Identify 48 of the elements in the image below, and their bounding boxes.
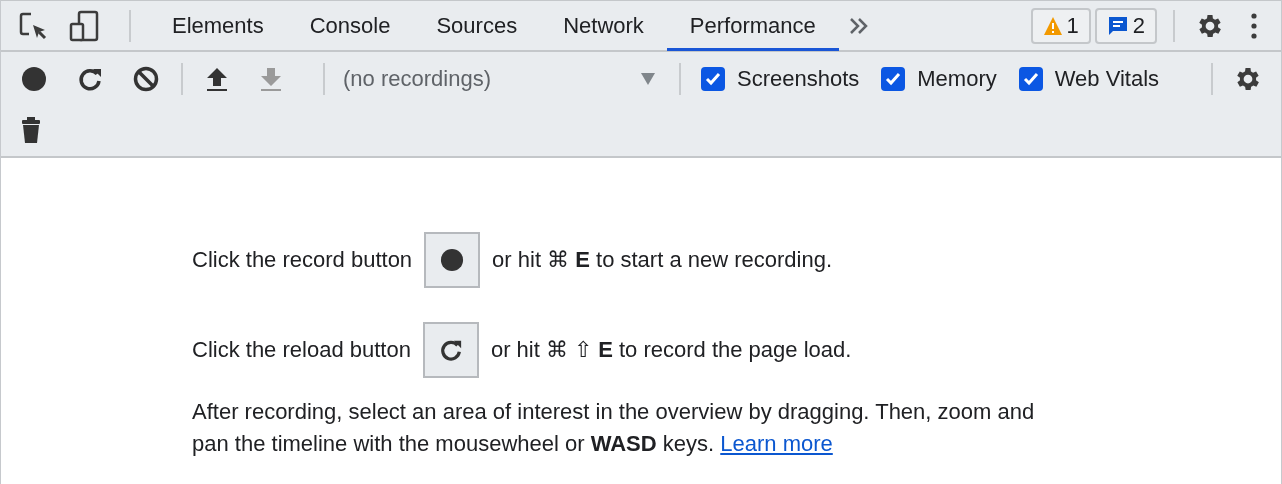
panel-tab[interactable]: Sources <box>413 0 541 51</box>
dropdown-caret-icon <box>641 73 655 85</box>
trash-can-icon <box>21 116 41 144</box>
checkmark-icon <box>1022 72 1039 86</box>
reload-button[interactable] <box>77 66 103 92</box>
more-options-button[interactable] <box>1251 12 1257 39</box>
panel-tab[interactable]: Network <box>540 0 667 51</box>
upload-icon <box>205 66 229 92</box>
checkbox-label: Screenshots <box>737 66 860 92</box>
record-icon <box>21 66 47 92</box>
download-icon <box>259 66 283 92</box>
upload-button[interactable] <box>205 66 229 92</box>
vertical-dots-icon <box>1251 12 1257 39</box>
message-icon <box>1106 14 1129 37</box>
cursor-in-box-icon <box>19 11 47 40</box>
devices-icon <box>69 9 99 42</box>
messages-badge[interactable]: 2 <box>1094 7 1157 44</box>
checkbox[interactable] <box>1018 67 1043 91</box>
instruction-text: or hit ⌘ E to start a new recording. <box>492 247 833 273</box>
instruction-text: or hit ⌘ ⇧ E to record the page load. <box>490 337 852 363</box>
double-chevron-icon <box>848 16 869 35</box>
more-tabs-button[interactable] <box>848 16 869 35</box>
instruction-text: Click the reload button <box>192 337 411 363</box>
reload-example-button[interactable] <box>422 322 479 378</box>
checkmark-icon <box>705 72 721 86</box>
checkbox[interactable] <box>701 67 725 91</box>
record-example-button[interactable] <box>424 232 481 288</box>
garbage-collect-button[interactable] <box>21 116 41 144</box>
checkbox-label: Web Vitals <box>1054 66 1160 92</box>
inspect-element-button[interactable] <box>19 11 47 40</box>
warning-icon <box>1042 15 1063 36</box>
recording-select[interactable]: (no recordings) <box>343 59 655 99</box>
panel-tab[interactable]: Elements <box>149 0 287 51</box>
panel-tab[interactable]: Console <box>286 0 414 51</box>
learn-more-link[interactable]: Learn more <box>720 431 833 456</box>
clear-icon <box>133 66 159 92</box>
record-icon <box>440 248 465 272</box>
instruction-text: Click the record button <box>192 247 413 273</box>
checkmark-icon <box>885 72 902 86</box>
checkbox[interactable] <box>881 67 906 91</box>
checkbox-label: Memory <box>917 66 997 92</box>
clear-button[interactable] <box>133 66 159 92</box>
device-toolbar-button[interactable] <box>69 9 99 42</box>
reload-icon <box>438 338 463 362</box>
warnings-badge[interactable]: 1 <box>1030 7 1091 44</box>
reload-icon <box>77 66 103 92</box>
record-button[interactable] <box>21 66 47 92</box>
hint-paragraph: After recording, select an area of interest in the overview by dragging. Then, zoom and pan the timeline with the mousewheel or WASD keys. Learn more <box>192 398 1036 458</box>
